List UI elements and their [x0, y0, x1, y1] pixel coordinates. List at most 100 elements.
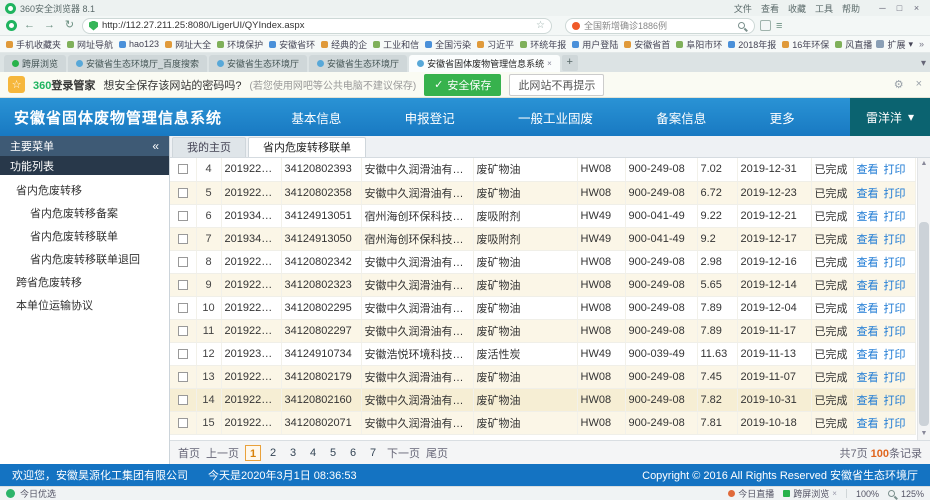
scroll-up-icon[interactable]: ▲: [918, 158, 930, 170]
page-button[interactable]: 6: [345, 445, 361, 461]
vertical-scrollbar[interactable]: ▲ ▼: [917, 158, 930, 440]
dismiss-site-button[interactable]: 此网站不再提示: [509, 74, 604, 96]
speed-ball-icon[interactable]: [6, 489, 15, 498]
sidebar-item[interactable]: 省内危废转移联单退回: [0, 249, 169, 272]
menu-item[interactable]: 工具: [815, 2, 833, 15]
row-checkbox[interactable]: [178, 280, 188, 290]
sidebar-item[interactable]: 省内危废转移备案: [0, 203, 169, 226]
bookmark-item[interactable]: 阜阳市环: [676, 38, 722, 51]
scroll-track[interactable]: [918, 170, 930, 428]
menu-item[interactable]: 查看: [761, 2, 779, 15]
sidebar-item[interactable]: 省内危废转移: [0, 180, 169, 203]
table-row[interactable]: 820192247034120802342安徽中久润滑油有限公...废矿物油HW…: [170, 250, 916, 273]
print-link[interactable]: 打印: [884, 280, 906, 292]
bookmark-item[interactable]: 网址大全: [165, 38, 211, 51]
row-checkbox[interactable]: [178, 164, 188, 174]
user-menu-button[interactable]: 雷洋洋 ▾: [850, 98, 930, 136]
table-row[interactable]: 920192247034120802323安徽中久润滑油有限公...废矿物油HW…: [170, 273, 916, 296]
minimize-button[interactable]: ─: [874, 3, 891, 13]
row-checkbox[interactable]: [178, 395, 188, 405]
table-row[interactable]: 1320192247034120802179安徽中久润滑油有限公...废矿物油H…: [170, 365, 916, 388]
table-row[interactable]: 1120192247034120802297安徽中久润滑油有限公...废矿物油H…: [170, 319, 916, 342]
nav-item[interactable]: 一般工业固废: [510, 98, 601, 136]
bookmark-item[interactable]: 手机收藏夹: [6, 38, 61, 51]
table-row[interactable]: 720193467234124913050宿州海创环保科技有限...废吸附剂HW…: [170, 227, 916, 250]
cross-screen-item[interactable]: 跨屏浏览 ×: [783, 487, 837, 500]
bookmark-star-icon[interactable]: ☆: [536, 20, 545, 31]
table-row[interactable]: 1520192247034120802071安徽中久润滑油有限公...废矿物油H…: [170, 411, 916, 434]
extensions-button[interactable]: 扩展 ▾: [876, 38, 913, 51]
cross-screen-close-icon[interactable]: ×: [832, 489, 837, 498]
bookmark-item[interactable]: 安徽省首: [624, 38, 670, 51]
refresh-icon[interactable]: ↻: [62, 18, 77, 33]
table-row[interactable]: 1220192307734124910734安徽浩悦环境科技有限...废活性炭H…: [170, 342, 916, 365]
search-field[interactable]: 全国新增确诊1886例: [565, 18, 755, 34]
view-link[interactable]: 查看: [857, 211, 879, 223]
last-page-button[interactable]: 尾页: [426, 445, 448, 461]
view-link[interactable]: 查看: [857, 326, 879, 338]
first-page-button[interactable]: 首页: [178, 445, 200, 461]
content-tab[interactable]: 省内危废转移联单: [248, 137, 366, 157]
print-link[interactable]: 打印: [884, 418, 906, 430]
bookmark-item[interactable]: 工业和信: [373, 38, 419, 51]
browser-tab[interactable]: 安徽省生态环境厅: [209, 55, 307, 72]
row-checkbox[interactable]: [178, 372, 188, 382]
bookmark-item[interactable]: 环境保护: [217, 38, 263, 51]
view-link[interactable]: 查看: [857, 349, 879, 361]
page-button[interactable]: 3: [285, 445, 301, 461]
view-link[interactable]: 查看: [857, 418, 879, 430]
page-button[interactable]: 7: [365, 445, 381, 461]
nav-item[interactable]: 备案信息: [648, 98, 714, 136]
bookmarks-overflow-icon[interactable]: »: [919, 39, 924, 49]
print-link[interactable]: 打印: [884, 211, 906, 223]
view-link[interactable]: 查看: [857, 280, 879, 292]
print-link[interactable]: 打印: [884, 257, 906, 269]
gear-icon[interactable]: ⚙: [894, 78, 904, 91]
search-icon[interactable]: [738, 22, 745, 29]
sidebar-item[interactable]: 跨省危废转移: [0, 272, 169, 295]
prev-page-button[interactable]: 上一页: [206, 445, 239, 461]
menu-icon[interactable]: ≡: [776, 20, 782, 32]
print-link[interactable]: 打印: [884, 303, 906, 315]
print-link[interactable]: 打印: [884, 372, 906, 384]
browser-home-icon[interactable]: [6, 20, 17, 31]
sidebar-collapse-icon[interactable]: «: [152, 139, 159, 153]
browser-tab[interactable]: 跨屏浏览: [4, 55, 66, 72]
row-checkbox[interactable]: [178, 211, 188, 221]
table-row[interactable]: 420192247034120802393安徽中久润滑油有限公...废矿物油HW…: [170, 158, 916, 181]
page-button[interactable]: 5: [325, 445, 341, 461]
bookmark-item[interactable]: 经典的企: [321, 38, 367, 51]
url-field[interactable]: http://112.27.211.25:8080/LigerUI/QYInde…: [82, 18, 552, 34]
bookmark-item[interactable]: 网址导航: [67, 38, 113, 51]
page-button[interactable]: 1: [245, 445, 261, 461]
table-row[interactable]: 1020192247034120802295安徽中久润滑油有限公...废矿物油H…: [170, 296, 916, 319]
print-link[interactable]: 打印: [884, 395, 906, 407]
browser-tab[interactable]: 安徽省固体废物管理信息系统×: [409, 55, 560, 72]
bookmark-item[interactable]: 用户登陆: [572, 38, 618, 51]
bookmark-item[interactable]: 2018年报: [728, 38, 776, 51]
bookmark-item[interactable]: 习近平: [477, 38, 514, 51]
print-link[interactable]: 打印: [884, 188, 906, 200]
table-row[interactable]: 1420192247034120802160安徽中久润滑油有限公...废矿物油H…: [170, 388, 916, 411]
table-row[interactable]: 520192247034120802358安徽中久润滑油有限公...废矿物油HW…: [170, 181, 916, 204]
browser-tab[interactable]: 安徽省生态环境厅_百度搜索: [68, 55, 207, 72]
row-checkbox[interactable]: [178, 188, 188, 198]
new-tab-button[interactable]: +: [562, 55, 578, 71]
row-checkbox[interactable]: [178, 303, 188, 313]
nav-item[interactable]: 更多: [762, 98, 803, 136]
close-tab-icon[interactable]: ×: [547, 59, 552, 68]
nav-item[interactable]: 申报登记: [397, 98, 463, 136]
scroll-down-icon[interactable]: ▼: [918, 428, 930, 440]
row-checkbox[interactable]: [178, 418, 188, 428]
zoom-control[interactable]: 100%: [856, 489, 879, 499]
menu-item[interactable]: 收藏: [788, 2, 806, 15]
browser-tab[interactable]: 安徽省生态环境厅: [309, 55, 407, 72]
view-link[interactable]: 查看: [857, 303, 879, 315]
bookmark-item[interactable]: 风直播: [835, 38, 872, 51]
bookmark-item[interactable]: 安徽省环: [269, 38, 315, 51]
bookmark-item[interactable]: 环统年报: [520, 38, 566, 51]
bookmark-item[interactable]: hao123: [119, 38, 159, 51]
view-link[interactable]: 查看: [857, 395, 879, 407]
view-link[interactable]: 查看: [857, 372, 879, 384]
print-link[interactable]: 打印: [884, 164, 906, 176]
